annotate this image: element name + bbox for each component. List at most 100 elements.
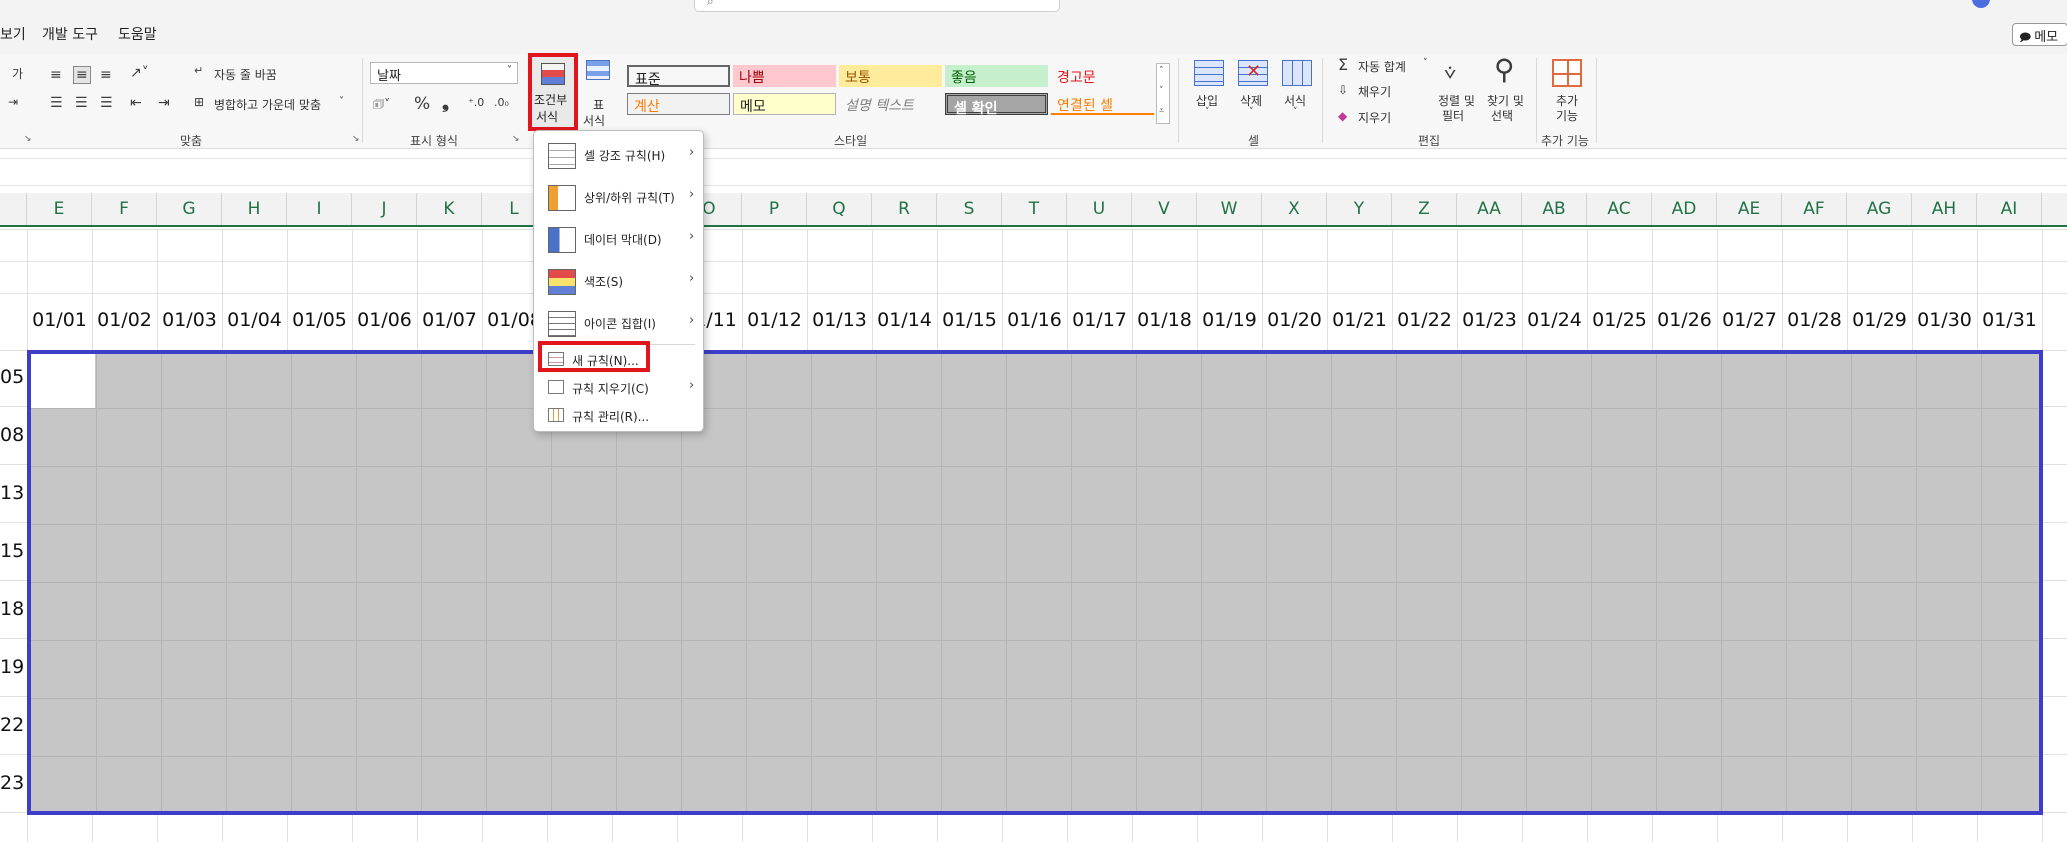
date-header-cell[interactable]: 01/23	[1457, 309, 1522, 331]
date-header-cell[interactable]: 01/13	[807, 309, 872, 331]
align-right-icon[interactable]: ☰	[100, 96, 113, 110]
sort-filter-label-2[interactable]: 필터	[1442, 107, 1464, 124]
orientation-icon[interactable]: 가	[12, 68, 23, 80]
font-launcher-icon[interactable]: ↘	[24, 134, 32, 144]
date-header-cell[interactable]: 01/14	[872, 309, 937, 331]
percent-icon[interactable]: %	[414, 96, 430, 113]
date-header-cell[interactable]: 01/25	[1587, 309, 1652, 331]
merge-center-button[interactable]: 병합하고 가운데 맞춤	[214, 96, 321, 113]
conditional-format-button[interactable]: 조건부 서식	[528, 53, 578, 131]
column-header[interactable]: U	[1067, 193, 1132, 225]
date-header-cell[interactable]: 01/31	[1977, 309, 2042, 331]
merge-dropdown-icon[interactable]: ˅	[339, 96, 344, 107]
styles-gallery-scroll[interactable]: ˄ ˅ ⩡	[1156, 63, 1170, 124]
menu-item-top-bottom-rules[interactable]: 상위/하위 규칙(T) ›	[534, 178, 703, 218]
column-header[interactable]: R	[872, 193, 937, 225]
style-note[interactable]: 메모	[733, 93, 836, 115]
decrease-indent-icon[interactable]: ⇤	[130, 96, 142, 110]
column-header[interactable]: AA	[1457, 193, 1522, 225]
date-header-cell[interactable]: 01/27	[1717, 309, 1782, 331]
autosum-button[interactable]: 자동 합계	[1358, 58, 1406, 75]
formula-bar[interactable]	[0, 158, 2067, 186]
row-label[interactable]: 15	[0, 540, 24, 562]
column-header[interactable]: Q	[807, 193, 872, 225]
date-header-cell[interactable]: 01/30	[1912, 309, 1977, 331]
column-header[interactable]: F	[92, 193, 157, 225]
date-header-cell[interactable]: 01/05	[287, 309, 352, 331]
search-box[interactable]: ⌕	[694, 0, 1060, 12]
date-header-cell[interactable]: 01/07	[417, 309, 482, 331]
style-check-cell[interactable]: 셀 확인	[945, 93, 1048, 117]
column-header[interactable]: X	[1262, 193, 1327, 225]
column-header[interactable]: P	[742, 193, 807, 225]
column-header[interactable]: Y	[1327, 193, 1392, 225]
row-label[interactable]: 05	[0, 366, 24, 388]
insert-cells-icon[interactable]	[1194, 60, 1224, 86]
indent-icon[interactable]: ⇥	[8, 96, 18, 108]
style-normal[interactable]: 표준	[627, 65, 730, 88]
column-header[interactable]: AF	[1782, 193, 1847, 225]
date-header-cell[interactable]: 01/24	[1522, 309, 1587, 331]
column-header[interactable]: AB	[1522, 193, 1587, 225]
column-header[interactable]: T	[1002, 193, 1067, 225]
style-warning[interactable]: 경고문	[1051, 65, 1154, 87]
menu-item-clear-rules[interactable]: 규칙 지우기(C) ›	[534, 375, 703, 401]
date-header-cell[interactable]: 01/18	[1132, 309, 1197, 331]
increase-indent-icon[interactable]: ⇥	[158, 96, 170, 110]
date-header-cell[interactable]: 01/19	[1197, 309, 1262, 331]
add-ins-icon[interactable]	[1552, 59, 1582, 87]
add-ins-label-2[interactable]: 기능	[1556, 107, 1578, 124]
style-calculation[interactable]: 계산	[627, 93, 730, 115]
date-header-cell[interactable]: 01/06	[352, 309, 417, 331]
column-header[interactable]: I	[287, 193, 352, 225]
currency-icon[interactable]: 🗊˅	[373, 98, 390, 110]
selected-range[interactable]	[27, 350, 2043, 815]
date-header-cell[interactable]: 01/01	[27, 309, 92, 331]
row-label[interactable]: 08	[0, 424, 24, 446]
row-label[interactable]: 13	[0, 482, 24, 504]
menu-item-icon-sets[interactable]: 아이콘 집합(I) ›	[534, 304, 703, 344]
date-header-cell[interactable]: 01/29	[1847, 309, 1912, 331]
avatar[interactable]	[1972, 0, 1990, 8]
column-header[interactable]: AI	[1977, 193, 2042, 225]
menu-item-highlight-rules[interactable]: 셀 강조 규칙(H) ›	[534, 136, 703, 176]
tab-developer[interactable]: 개발 도구	[42, 24, 98, 44]
date-header-cell[interactable]: 01/21	[1327, 309, 1392, 331]
column-header[interactable]: AC	[1587, 193, 1652, 225]
date-header-cell[interactable]: 01/17	[1067, 309, 1132, 331]
row-label[interactable]: 23	[0, 772, 24, 794]
date-header-cell[interactable]: 01/03	[157, 309, 222, 331]
align-top-icon[interactable]: ≡	[50, 68, 62, 82]
tab-view[interactable]: 보기	[0, 24, 26, 44]
row-label[interactable]: 19	[0, 656, 24, 678]
style-explanatory[interactable]: 설명 텍스트	[839, 93, 942, 115]
alignment-launcher-icon[interactable]: ↘	[352, 134, 360, 144]
menu-item-manage-rules[interactable]: 규칙 관리(R)...	[534, 403, 703, 429]
column-header[interactable]: V	[1132, 193, 1197, 225]
column-header[interactable]: AD	[1652, 193, 1717, 225]
align-middle-icon[interactable]: ≡	[73, 66, 91, 84]
active-cell[interactable]	[31, 354, 95, 408]
column-header[interactable]: AE	[1717, 193, 1782, 225]
align-bottom-icon[interactable]: ≡	[100, 68, 112, 82]
date-header-cell[interactable]: 01/15	[937, 309, 1002, 331]
style-neutral[interactable]: 보통	[839, 65, 942, 87]
column-header[interactable]: E	[27, 193, 92, 225]
date-header-cell[interactable]: 01/04	[222, 309, 287, 331]
wrap-text-button[interactable]: 자동 줄 바꿈	[214, 66, 277, 83]
format-cells-icon[interactable]	[1282, 60, 1312, 86]
column-header[interactable]: K	[417, 193, 482, 225]
align-left-icon[interactable]: ☰	[50, 96, 63, 110]
date-header-cell[interactable]: 01/02	[92, 309, 157, 331]
column-header[interactable]: AG	[1847, 193, 1912, 225]
row-header-corner[interactable]	[0, 193, 27, 225]
align-center-icon[interactable]: ☰	[75, 96, 88, 110]
column-header[interactable]: H	[222, 193, 287, 225]
memo-button[interactable]: 🗩 메모	[2012, 23, 2067, 46]
style-bad[interactable]: 나쁨	[733, 65, 836, 87]
date-header-cell[interactable]: 01/20	[1262, 309, 1327, 331]
format-as-table-button[interactable]: 표 서식	[582, 60, 618, 132]
tab-help[interactable]: 도움말	[118, 24, 157, 44]
column-header[interactable]: AH	[1912, 193, 1977, 225]
menu-item-data-bars[interactable]: 데이터 막대(D) ›	[534, 220, 703, 260]
